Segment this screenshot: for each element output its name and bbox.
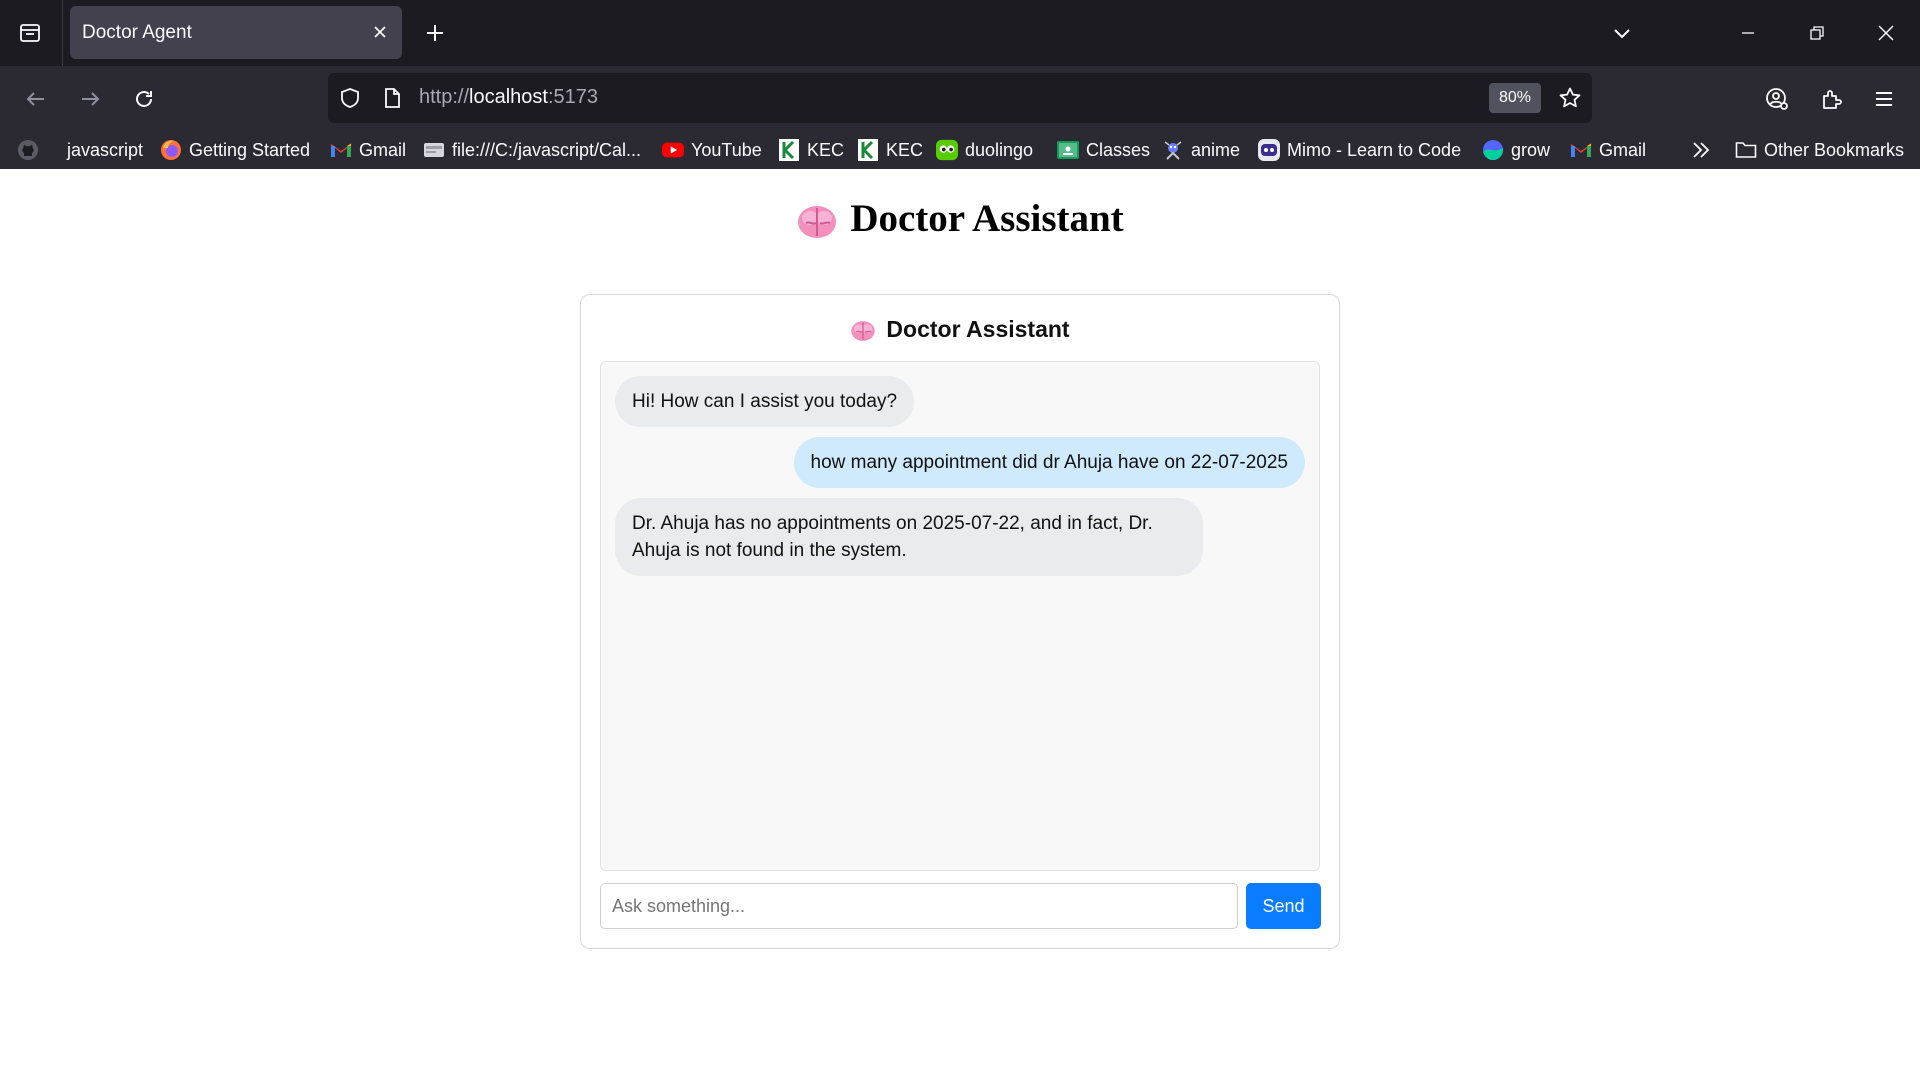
card-title: Doctor Assistant xyxy=(581,316,1339,343)
url-text[interactable]: http://localhost:5173 xyxy=(419,86,598,109)
restore-button[interactable] xyxy=(1795,12,1839,54)
bookmark-label: YouTube xyxy=(691,139,762,160)
firefox-view-button[interactable] xyxy=(12,15,48,51)
extensions-icon[interactable] xyxy=(1812,80,1850,118)
tab-separator xyxy=(62,0,63,66)
bookmark-label: Classes xyxy=(1086,139,1151,160)
folder-icon xyxy=(1735,139,1757,161)
chat-messages[interactable]: Hi! How can I assist you today? how many… xyxy=(600,361,1320,871)
bookmark-gmail-1[interactable]: Gmail xyxy=(330,135,406,165)
gmail-icon xyxy=(330,139,352,161)
bookmark-label: grow xyxy=(1511,139,1551,160)
send-button[interactable]: Send xyxy=(1246,883,1321,929)
bookmark-duolingo[interactable]: duolingo xyxy=(936,135,1033,165)
bookmark-kec-1[interactable]: KEC xyxy=(778,135,844,165)
bookmark-classes[interactable]: Classes xyxy=(1057,135,1150,165)
close-window-button[interactable] xyxy=(1864,12,1908,54)
bookmark-grow[interactable]: grow xyxy=(1482,135,1550,165)
mimo-icon xyxy=(1258,139,1280,161)
bookmark-label: KEC xyxy=(886,139,924,160)
url-host: localhost xyxy=(469,86,548,108)
other-bookmarks-folder[interactable]: Other Bookmarks xyxy=(1735,135,1904,165)
reload-button[interactable] xyxy=(125,80,163,118)
account-icon[interactable] xyxy=(1758,80,1796,118)
chat-input[interactable] xyxy=(600,883,1238,929)
github-icon xyxy=(17,139,39,161)
bookmark-kec-2[interactable]: KEC xyxy=(857,135,923,165)
bot-message: Dr. Ahuja has no appointments on 2025-07… xyxy=(615,498,1203,576)
forward-button[interactable] xyxy=(71,80,109,118)
user-message: how many appointment did dr Ahuja have o… xyxy=(793,437,1305,488)
bot-message: Hi! How can I assist you today? xyxy=(615,376,915,427)
card-title-text: Doctor Assistant xyxy=(886,316,1070,342)
bookmark-label: Gmail xyxy=(1599,139,1647,160)
back-button[interactable] xyxy=(17,80,55,118)
tab-strip: Doctor Agent xyxy=(0,0,1920,66)
bookmark-label: Other Bookmarks xyxy=(1764,139,1905,160)
kec-icon xyxy=(778,139,800,161)
bookmark-label: file:///C:/javascript/Cal... xyxy=(452,139,642,160)
more-bookmarks-chevron-icon[interactable] xyxy=(1690,135,1712,165)
bookmark-gmail-2[interactable]: Gmail xyxy=(1570,135,1646,165)
bookmark-file-javascript[interactable]: file:///C:/javascript/Cal... xyxy=(423,135,641,165)
classroom-icon xyxy=(1057,139,1079,161)
bookmark-label: javascript xyxy=(67,139,144,160)
new-tab-button[interactable] xyxy=(418,16,452,50)
bookmark-label: Gmail xyxy=(359,139,407,160)
firefox-icon xyxy=(160,139,182,161)
file-icon xyxy=(423,139,445,161)
page-title-text: Doctor Assistant xyxy=(850,197,1124,240)
brain-icon xyxy=(850,319,876,343)
url-scheme: http:// xyxy=(419,86,470,108)
chat-card: Doctor Assistant Hi! How can I assist yo… xyxy=(580,294,1340,949)
close-tab-icon[interactable] xyxy=(368,20,392,44)
bookmark-getting-started[interactable]: Getting Started xyxy=(160,135,310,165)
zoom-level-badge[interactable]: 80% xyxy=(1489,83,1541,113)
tab-title: Doctor Agent xyxy=(82,22,192,43)
bookmark-youtube[interactable]: YouTube xyxy=(662,135,762,165)
duolingo-icon xyxy=(936,139,958,161)
youtube-icon xyxy=(662,139,684,161)
page-icon[interactable] xyxy=(380,86,404,110)
navigation-toolbar: http://localhost:5173 80% xyxy=(0,66,1920,132)
grow-icon xyxy=(1482,139,1504,161)
bookmark-github[interactable] xyxy=(17,135,46,165)
bookmark-javascript[interactable]: javascript xyxy=(67,135,143,165)
bookmark-label: Getting Started xyxy=(189,139,311,160)
bookmark-label: Mimo - Learn to Code xyxy=(1287,139,1462,160)
tab-doctor-agent[interactable]: Doctor Agent xyxy=(70,6,402,59)
bookmarks-toolbar: javascript Getting Started Gmail file://… xyxy=(0,132,1920,169)
brain-icon xyxy=(796,203,838,241)
page-title: Doctor Assistant xyxy=(0,196,1920,241)
kec-icon xyxy=(857,139,879,161)
anime-icon xyxy=(1162,139,1184,161)
list-all-tabs-chevron-icon[interactable] xyxy=(1605,16,1639,50)
bookmark-mimo[interactable]: Mimo - Learn to Code xyxy=(1258,135,1461,165)
menu-hamburger-icon[interactable] xyxy=(1865,80,1903,118)
bookmark-anime[interactable]: anime xyxy=(1162,135,1240,165)
bookmark-label: anime xyxy=(1191,139,1241,160)
gmail-icon xyxy=(1570,139,1592,161)
url-port: :5173 xyxy=(547,86,599,108)
bookmark-label: KEC xyxy=(807,139,845,160)
shield-icon[interactable] xyxy=(338,86,362,110)
bookmark-star-icon[interactable] xyxy=(1556,84,1584,112)
bookmark-label: duolingo xyxy=(965,139,1034,160)
minimize-button[interactable] xyxy=(1726,12,1770,54)
address-bar[interactable]: http://localhost:5173 80% xyxy=(328,73,1592,123)
